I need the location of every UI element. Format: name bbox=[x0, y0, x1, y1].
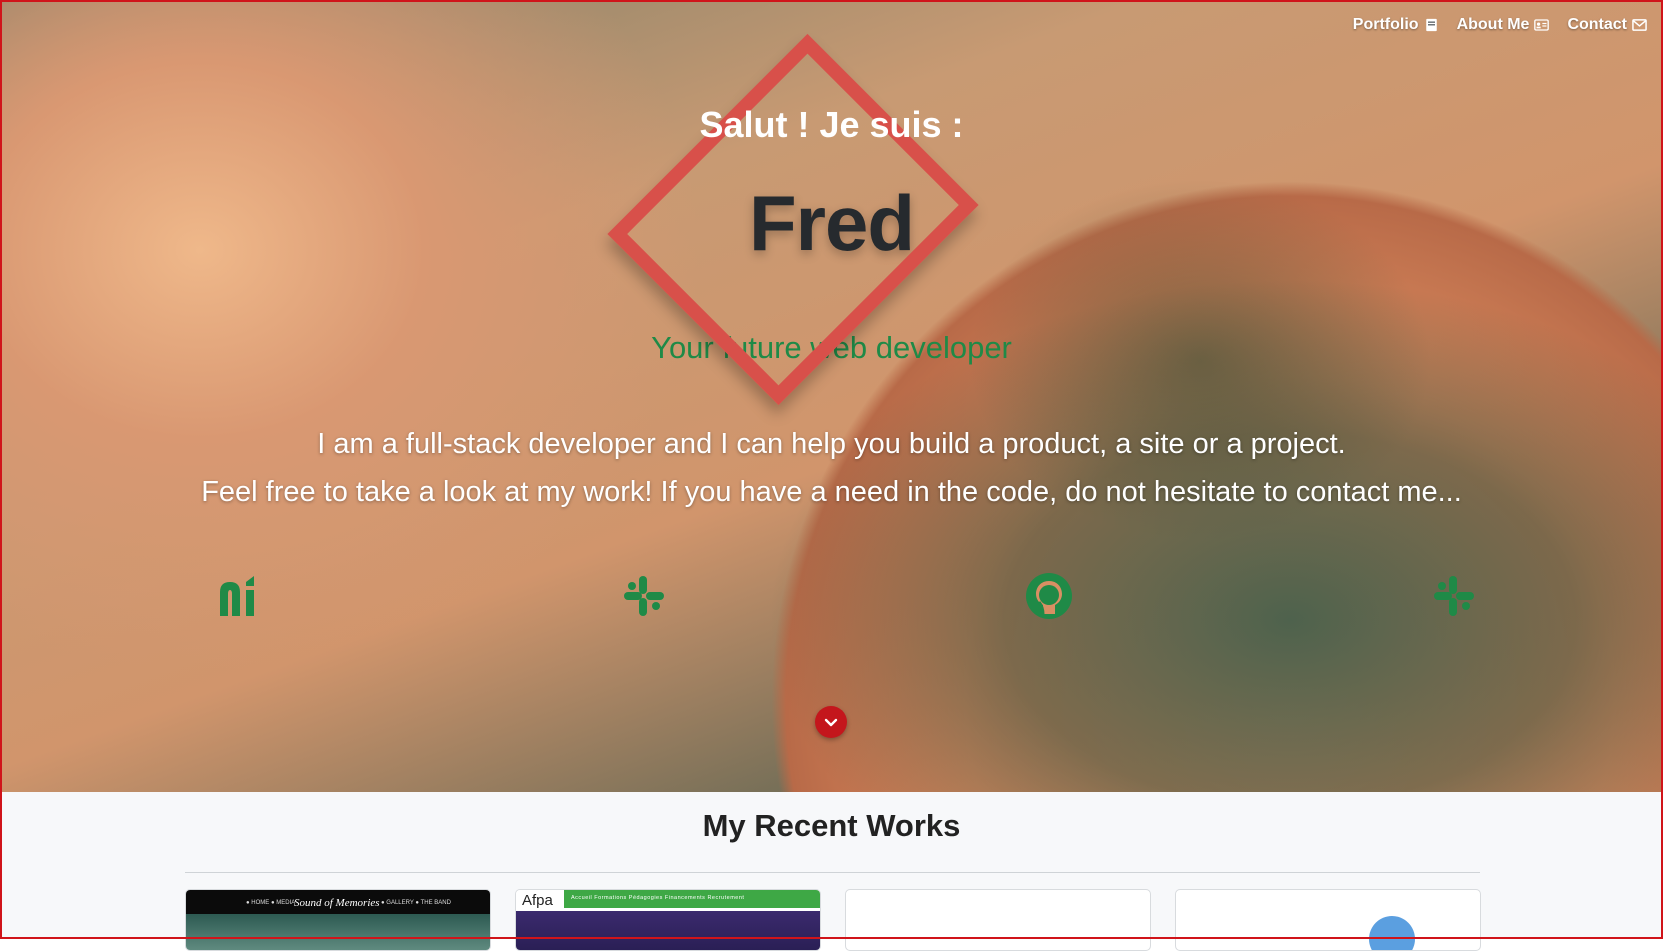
book-icon bbox=[1425, 18, 1437, 32]
thumb-title: Sound of Memories bbox=[294, 897, 380, 909]
work-card-4[interactable] bbox=[1175, 889, 1481, 951]
thumb-brand: Afpa bbox=[522, 892, 553, 909]
hero-section: Portfolio About Me Contact Salut ! Je su… bbox=[0, 0, 1663, 792]
work-thumbnail-2: Afpa Accueil Formations Pédagogies Finan… bbox=[516, 890, 820, 950]
slack-icon[interactable] bbox=[618, 570, 670, 622]
top-nav: Portfolio About Me Contact bbox=[1353, 16, 1647, 34]
thumb-avatar bbox=[1369, 916, 1415, 950]
nav-contact-label: Contact bbox=[1567, 16, 1627, 33]
nav-portfolio[interactable]: Portfolio bbox=[1353, 16, 1439, 34]
intro-line-2: Feel free to take a look at my work! If … bbox=[201, 476, 1462, 508]
id-card-icon bbox=[1534, 19, 1550, 31]
chevron-down-icon bbox=[824, 718, 838, 727]
thumb-nav-left: ● HOME ● MEDIA bbox=[246, 900, 296, 906]
works-divider bbox=[185, 872, 1480, 873]
hero-intro: I am a full-stack developer and I can he… bbox=[0, 420, 1663, 516]
work-card-2[interactable]: Afpa Accueil Formations Pédagogies Finan… bbox=[515, 889, 821, 951]
greeting-text: Salut ! Je suis : bbox=[699, 104, 964, 145]
work-card-1[interactable]: ● HOME ● MEDIA Sound of Memories ● GALLE… bbox=[185, 889, 491, 951]
ni-logo-icon[interactable] bbox=[214, 570, 266, 622]
works-title: My Recent Works bbox=[702, 808, 961, 843]
scroll-down-button[interactable] bbox=[815, 706, 847, 738]
slack-icon-2[interactable] bbox=[1428, 570, 1480, 622]
work-card-3[interactable] bbox=[845, 889, 1151, 951]
work-thumbnail-1: ● HOME ● MEDIA Sound of Memories ● GALLE… bbox=[186, 890, 490, 950]
intro-line-1: I am a full-stack developer and I can he… bbox=[317, 428, 1346, 460]
nav-contact[interactable]: Contact bbox=[1567, 16, 1647, 34]
envelope-icon bbox=[1632, 19, 1647, 31]
thumb-menu: Accueil Formations Pédagogies Financemen… bbox=[571, 895, 745, 901]
nav-about-label: About Me bbox=[1456, 16, 1530, 33]
recent-works-section: My Recent Works ● HOME ● MEDIA Sound of … bbox=[0, 792, 1663, 951]
github-icon[interactable] bbox=[1023, 570, 1075, 622]
thumb-nav-right: ● GALLERY ● THE BAND bbox=[381, 900, 451, 906]
nav-about-me[interactable]: About Me bbox=[1457, 16, 1550, 34]
nav-portfolio-label: Portfolio bbox=[1352, 16, 1419, 33]
